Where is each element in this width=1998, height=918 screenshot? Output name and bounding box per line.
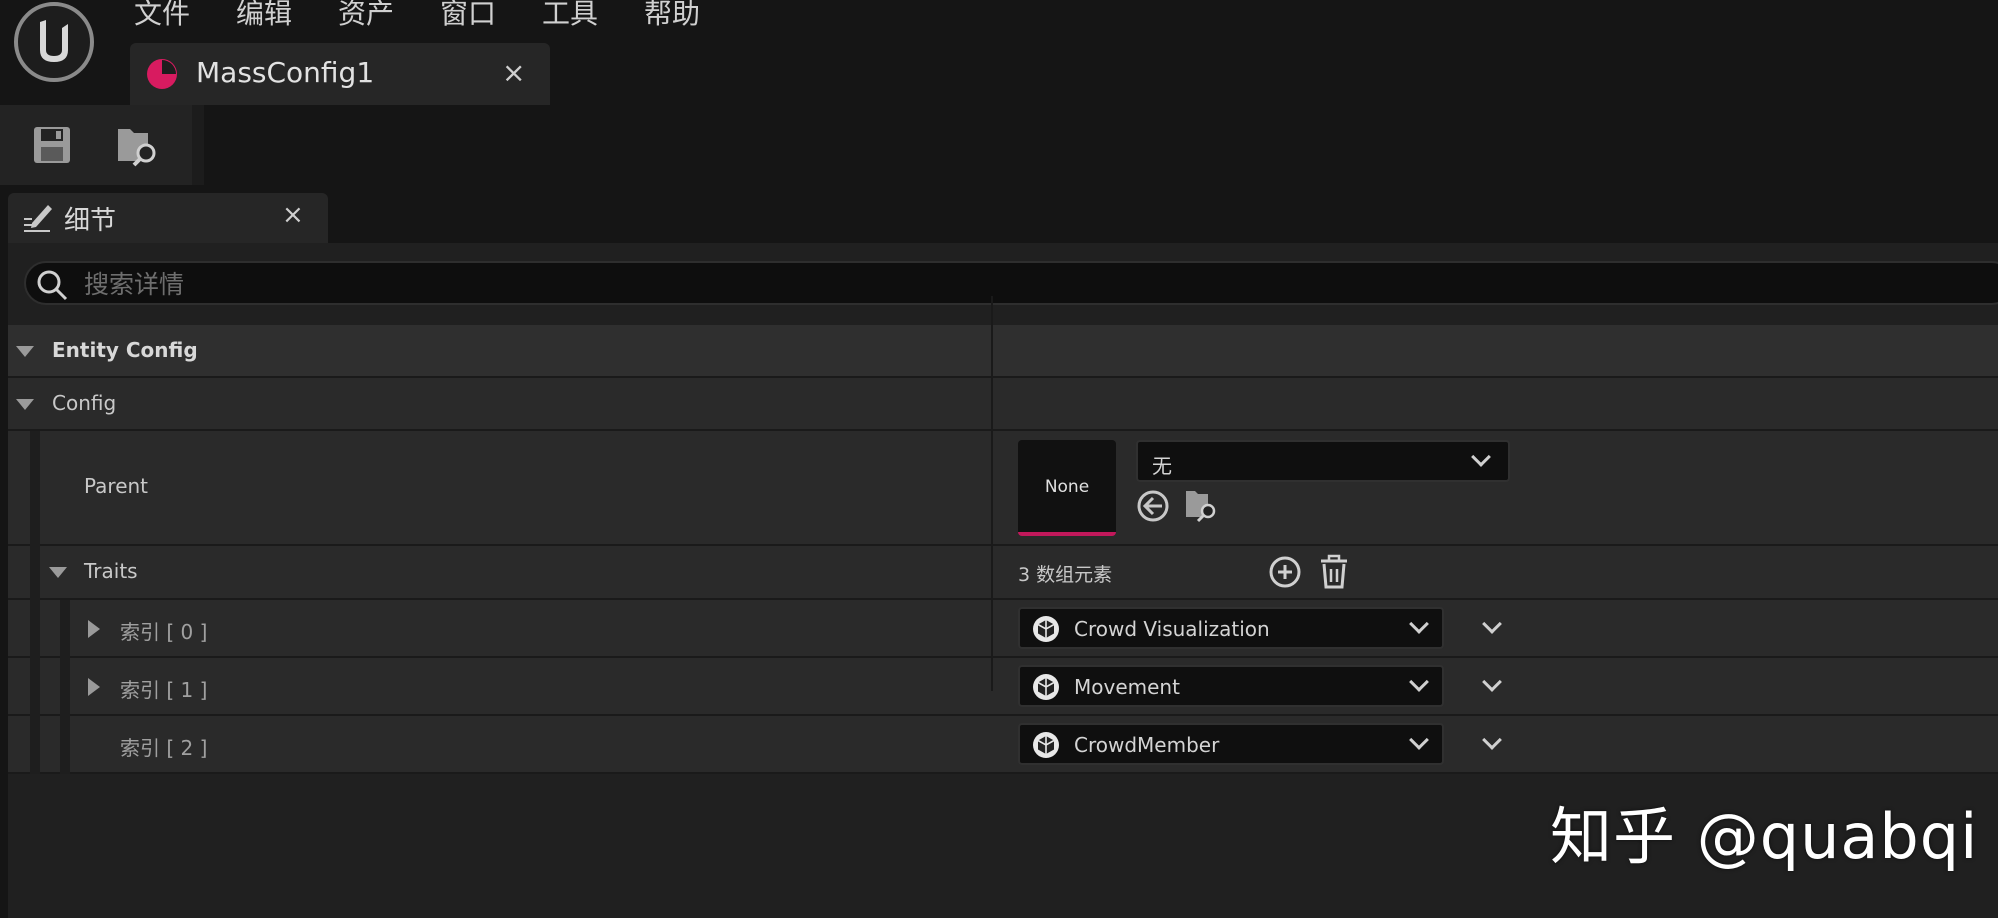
property-label: Config bbox=[52, 391, 117, 415]
data-asset-icon bbox=[147, 59, 177, 89]
collapse-caret-icon[interactable] bbox=[49, 567, 67, 578]
save-icon[interactable] bbox=[32, 125, 72, 165]
trait-value: Crowd Visualization bbox=[1074, 617, 1270, 641]
chevron-down-icon bbox=[1471, 447, 1491, 467]
close-tab-button[interactable]: × bbox=[502, 56, 525, 89]
trait-class-icon bbox=[1033, 732, 1059, 758]
close-details-button[interactable]: × bbox=[282, 200, 304, 230]
toolbar bbox=[0, 105, 192, 185]
unreal-logo-icon bbox=[14, 2, 94, 82]
parent-value: 无 bbox=[1152, 454, 1172, 478]
expand-caret-icon[interactable] bbox=[88, 678, 100, 696]
property-traits[interactable]: Traits 3 数组元素 bbox=[8, 546, 1998, 600]
details-tab[interactable]: 细节 × bbox=[8, 193, 328, 243]
property-label: Parent bbox=[84, 474, 149, 498]
menu-tools[interactable]: 工具 bbox=[542, 0, 598, 32]
add-element-icon[interactable] bbox=[1268, 555, 1302, 589]
trait-selector-0[interactable]: Crowd Visualization bbox=[1018, 607, 1444, 649]
expand-caret-icon[interactable] bbox=[88, 620, 100, 638]
trash-icon[interactable] bbox=[1318, 554, 1350, 590]
property-label: Traits bbox=[84, 559, 138, 583]
asset-thumbnail[interactable]: None bbox=[1018, 440, 1116, 536]
indent-bar bbox=[30, 716, 40, 774]
collapse-caret-icon[interactable] bbox=[16, 346, 34, 357]
menu-file[interactable]: 文件 bbox=[134, 0, 190, 32]
collapse-caret-icon[interactable] bbox=[16, 399, 34, 410]
indent-bar bbox=[30, 546, 40, 600]
menu-help[interactable]: 帮助 bbox=[644, 0, 700, 32]
trait-class-icon bbox=[1033, 674, 1059, 700]
search-box bbox=[24, 261, 1998, 305]
search-input[interactable] bbox=[82, 267, 882, 301]
menu-edit[interactable]: 编辑 bbox=[236, 0, 292, 32]
use-selected-arrow-icon[interactable] bbox=[1136, 489, 1170, 523]
search-icon bbox=[37, 270, 68, 301]
menu-window[interactable]: 窗口 bbox=[440, 0, 496, 32]
pencil-icon bbox=[24, 205, 52, 232]
indent-bar bbox=[30, 658, 40, 716]
trait-class-icon bbox=[1033, 616, 1059, 642]
chevron-down-icon bbox=[1409, 672, 1429, 692]
toolbar-divider bbox=[192, 105, 204, 185]
trait-value: CrowdMember bbox=[1074, 733, 1220, 757]
trait-selector-1[interactable]: Movement bbox=[1018, 665, 1444, 707]
parent-asset-picker[interactable]: 无 bbox=[1136, 440, 1510, 482]
trait-value: Movement bbox=[1074, 675, 1180, 699]
document-tab[interactable]: MassConfig1 × bbox=[130, 43, 550, 105]
array-element-0: 索引 [ 0 ] bbox=[8, 600, 1998, 658]
array-index-label: 索引 [ 1 ] bbox=[120, 678, 208, 702]
chevron-down-icon bbox=[1409, 730, 1429, 750]
document-tab-label: MassConfig1 bbox=[196, 56, 375, 89]
property-parent: Parent bbox=[8, 431, 1998, 546]
browse-asset-icon[interactable] bbox=[1184, 487, 1220, 523]
indent-bar bbox=[60, 716, 70, 774]
column-divider[interactable] bbox=[991, 296, 993, 691]
category-label: Entity Config bbox=[52, 338, 198, 362]
trait-selector-2[interactable]: CrowdMember bbox=[1018, 723, 1444, 765]
property-config[interactable]: Config bbox=[8, 378, 1998, 431]
indent-bar bbox=[30, 431, 40, 546]
menu-asset[interactable]: 资产 bbox=[338, 0, 394, 32]
chevron-down-icon bbox=[1409, 614, 1429, 634]
details-tab-label: 细节 bbox=[64, 206, 117, 236]
array-index-label: 索引 [ 2 ] bbox=[120, 736, 208, 760]
indent-bar bbox=[60, 658, 70, 716]
array-element-2: 索引 [ 2 ] bbox=[8, 716, 1998, 774]
indent-bar bbox=[30, 600, 40, 658]
browse-folder-icon[interactable] bbox=[116, 123, 162, 167]
array-index-label: 索引 [ 0 ] bbox=[120, 620, 208, 644]
watermark: 知乎 @quabqi bbox=[1550, 800, 1979, 873]
array-element-1: 索引 [ 1 ] bbox=[8, 658, 1998, 716]
indent-bar bbox=[60, 600, 70, 658]
array-count: 3 数组元素 bbox=[1018, 564, 1113, 586]
asset-thumbnail-label: None bbox=[1044, 477, 1090, 497]
category-entity-config[interactable]: Entity Config bbox=[8, 325, 1998, 378]
